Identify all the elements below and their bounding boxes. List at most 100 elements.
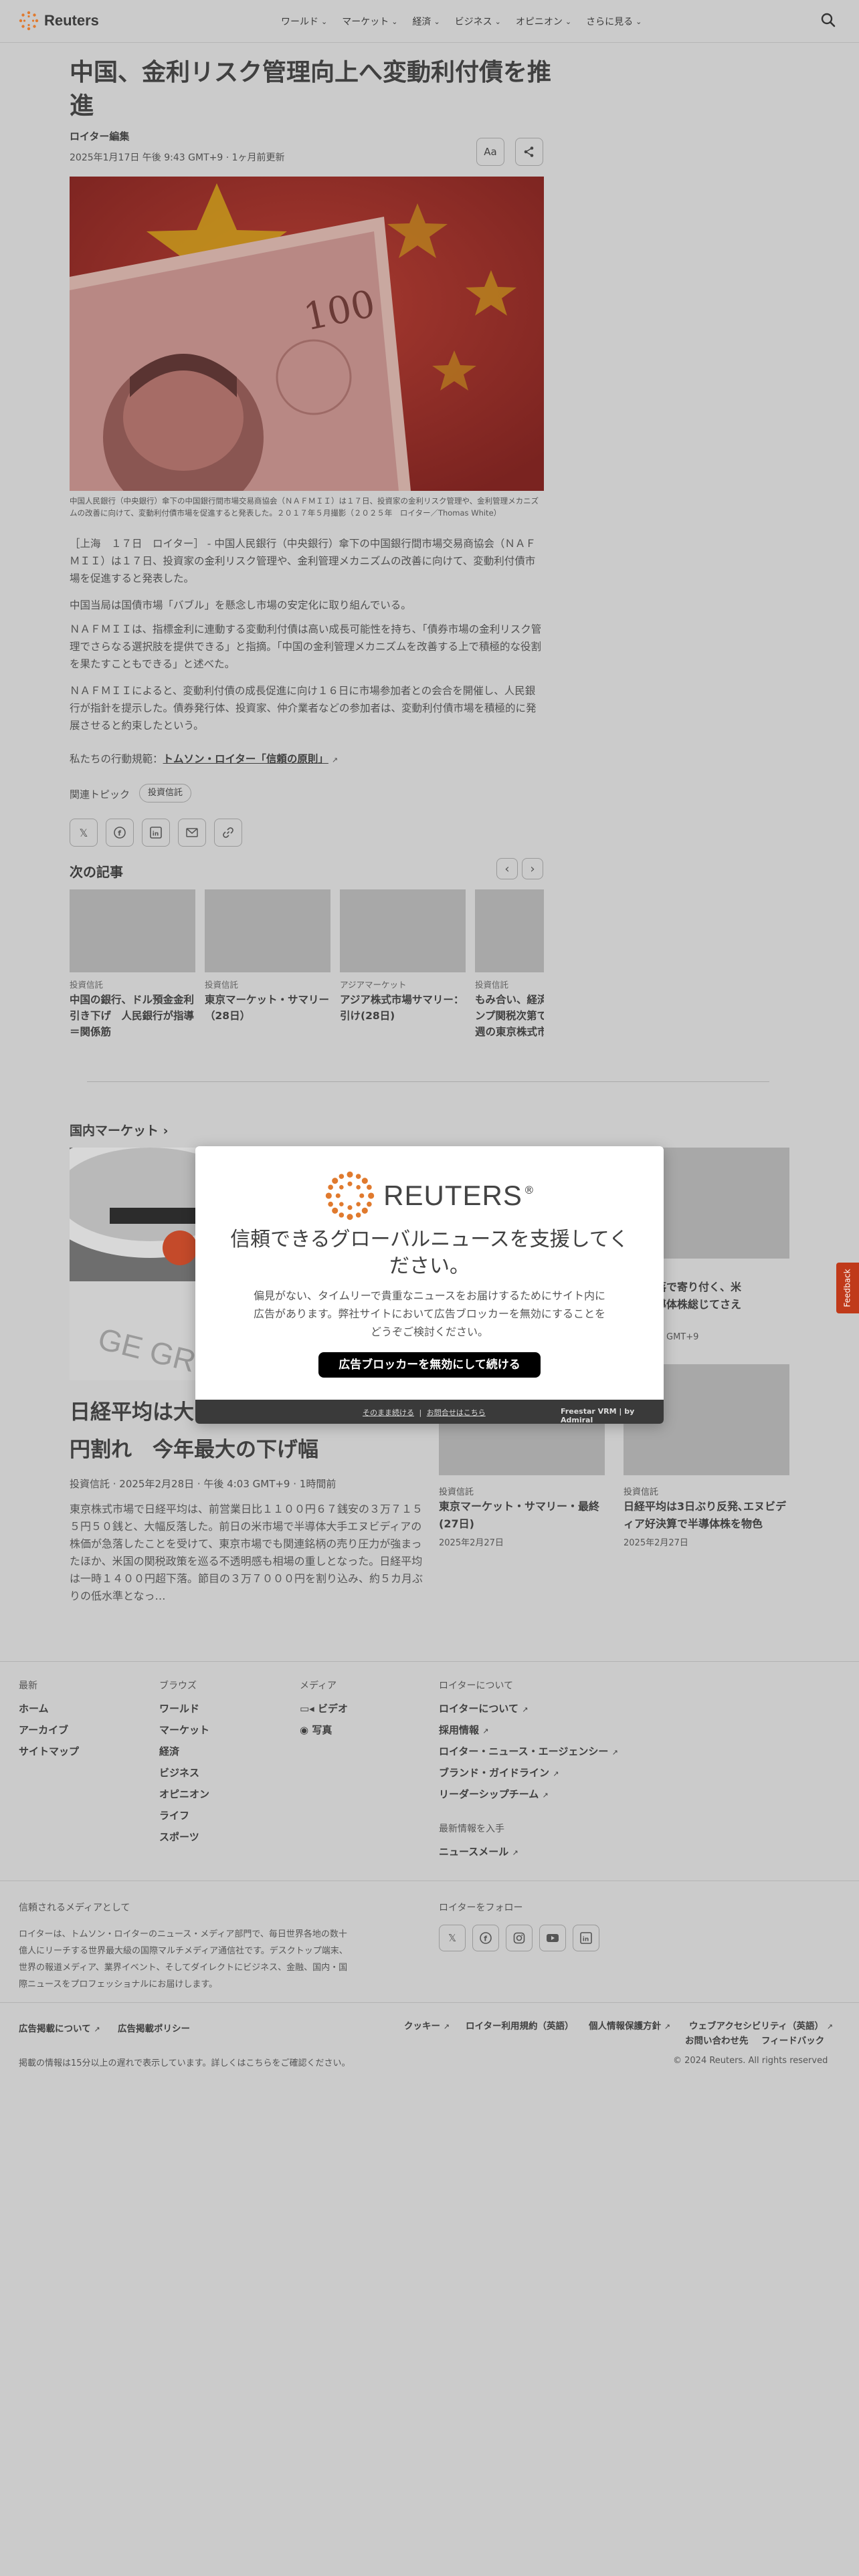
copy-link-button[interactable] xyxy=(214,819,242,847)
market-section-title[interactable]: 国内マーケット › xyxy=(70,1121,168,1139)
font-size-button[interactable]: Aa xyxy=(476,138,504,166)
footer-link[interactable]: 採用情報 ↗ xyxy=(439,1723,488,1737)
reuters-logo[interactable]: Reuters xyxy=(19,11,99,31)
legal-link[interactable]: 個人情報保護方針 ↗ xyxy=(589,2018,670,2032)
legal-link[interactable]: お問い合わせ先 xyxy=(685,2033,749,2046)
search-button[interactable] xyxy=(820,12,836,31)
newsletter-link[interactable]: ニュースメール ↗ xyxy=(439,1844,518,1858)
legal-link[interactable]: 広告掲載ポリシー xyxy=(118,2021,190,2034)
side-article-title[interactable]: 東京マーケット・サマリー・最終(27日) xyxy=(439,1498,605,1533)
principles-link[interactable]: トムソン・ロイター「信頼の原則」 xyxy=(163,753,328,765)
next-article-card[interactable]: 投資信託 もみ合い、経済指標やトランプ関税次第で変動も＝来週の東京株式市場 xyxy=(475,889,544,1040)
video-camera-icon: ▭◂ xyxy=(300,1703,318,1715)
follow-x-button[interactable]: 𝕏 xyxy=(439,1925,466,1951)
copyright: © 2024 Reuters. All rights reserved xyxy=(673,2056,828,2066)
contact-link[interactable]: お問合せはこちら xyxy=(427,1408,486,1417)
footer-link[interactable]: オピニオン xyxy=(159,1787,209,1801)
next-article-card[interactable]: アジアマーケット アジア株式市場サマリー：引け(28日) xyxy=(340,889,466,1024)
chevron-down-icon: ⌄ xyxy=(434,17,440,26)
share-linkedin-button[interactable]: in xyxy=(142,819,170,847)
footer-divider xyxy=(0,1661,859,1662)
footer-link[interactable]: ブランド・ガイドライン ↗ xyxy=(439,1765,559,1780)
share-facebook-button[interactable]: f xyxy=(106,819,134,847)
footer-link[interactable]: サイトマップ xyxy=(19,1744,79,1758)
next-article-card[interactable]: 投資信託 中国の銀行、ドル預金金利引き下げ 人民銀行が指導＝関係筋 xyxy=(70,889,195,1040)
card-category: 投資信託 xyxy=(205,980,239,990)
camera-icon: ◉ xyxy=(300,1724,312,1736)
follow-instagram-button[interactable] xyxy=(506,1925,533,1951)
nav-markets[interactable]: マーケット ⌄ xyxy=(342,15,397,28)
legal-link-label: ロイター利用規約（英語） xyxy=(466,2021,574,2032)
footer-link[interactable]: スポーツ xyxy=(159,1830,199,1844)
instagram-icon xyxy=(513,1932,525,1944)
continue-anyway-link[interactable]: そのまま続ける xyxy=(363,1408,414,1417)
freestar-brand: Freestar VRM | by Admiral xyxy=(561,1407,635,1424)
footer-link[interactable]: リーダーシップチーム ↗ xyxy=(439,1787,549,1801)
legal-link[interactable]: ロイター利用規約（英語） xyxy=(466,2018,573,2032)
footer-link[interactable]: ビジネス xyxy=(159,1765,199,1780)
chevron-left-icon: ‹ xyxy=(504,861,510,876)
reuters-logo-icon xyxy=(325,1171,375,1220)
byline[interactable]: ロイター編集 xyxy=(70,129,129,143)
svg-text:f: f xyxy=(484,1935,487,1943)
section-divider xyxy=(87,1081,769,1082)
footer-link-label: ロイターについて xyxy=(439,1703,518,1715)
carousel-prev-button[interactable]: ‹ xyxy=(496,858,518,879)
card-title: アジア株式市場サマリー：引け(28日) xyxy=(340,994,464,1022)
footer-link-label: 写真 xyxy=(312,1724,332,1736)
facebook-icon: f xyxy=(480,1932,492,1944)
footer-link[interactable]: ロイター・ニュース・エージェンシー ↗ xyxy=(439,1744,618,1758)
share-email-button[interactable] xyxy=(178,819,206,847)
footer-link[interactable]: ライフ xyxy=(159,1808,189,1822)
footer-link[interactable]: アーカイブ xyxy=(19,1723,68,1737)
topic-chip[interactable]: 投資信託 xyxy=(139,784,192,802)
legal-link[interactable]: 広告掲載について ↗ xyxy=(19,2021,100,2034)
principles-line: 私たちの行動規範：トムソン・ロイター「信頼の原則」 ↗ xyxy=(70,750,542,769)
share-x-button[interactable]: 𝕏 xyxy=(70,819,98,847)
footer-link-photos[interactable]: ◉ 写真 xyxy=(300,1723,332,1737)
legal-link-label: お問い合わせ先 xyxy=(685,2036,749,2046)
disable-adblocker-button[interactable]: 広告ブロッカーを無効にして続ける xyxy=(318,1352,541,1378)
footer-link-label: リーダーシップチーム xyxy=(439,1788,539,1800)
follow-linkedin-button[interactable]: in xyxy=(573,1925,599,1951)
share-button[interactable] xyxy=(515,138,543,166)
footer-link-video[interactable]: ▭◂ ビデオ xyxy=(300,1701,348,1715)
legal-link[interactable]: フィードバック xyxy=(761,2033,824,2046)
nav-economy[interactable]: 経済 ⌄ xyxy=(412,15,440,28)
nav-opinion[interactable]: オピニオン ⌄ xyxy=(516,15,571,28)
modal-footer: そのまま続ける | お問合せはこちら Freestar VRM | by Adm… xyxy=(195,1400,664,1424)
follow-facebook-button[interactable]: f xyxy=(472,1925,499,1951)
nav-more[interactable]: さらに見る ⌄ xyxy=(586,15,642,28)
chevron-right-icon: › xyxy=(163,1123,169,1138)
linkedin-icon: in xyxy=(580,1932,592,1944)
card-category: 投資信託 xyxy=(475,980,509,990)
footer-link[interactable]: ホーム xyxy=(19,1701,49,1715)
external-link-icon: ↗ xyxy=(542,1791,549,1800)
nav-business[interactable]: ビジネス ⌄ xyxy=(455,15,501,28)
legal-link[interactable]: ウェブアクセシビリティ（英語） ↗ xyxy=(689,2018,833,2032)
footer-link[interactable]: ワールド xyxy=(159,1701,199,1715)
principles-prefix: 私たちの行動規範： xyxy=(70,753,163,765)
footer-heading: メディア xyxy=(300,1681,337,1691)
modal-title: 信頼できるグローバルニュースを支援してください。 xyxy=(230,1228,629,1278)
next-article-card[interactable]: 投資信託 東京マーケット・サマリー（28日） xyxy=(205,889,330,1024)
feedback-tab[interactable]: Feedback xyxy=(836,1263,859,1313)
follow-youtube-button[interactable] xyxy=(539,1925,566,1951)
article-paragraph: ［上海 １７日 ロイター］ - 中国人民銀行（中央銀行）傘下の中国銀行間市場交易… xyxy=(70,538,536,584)
nav-world[interactable]: ワールド ⌄ xyxy=(281,15,327,28)
footer-link-label: ロイター・ニュース・エージェンシー xyxy=(439,1745,609,1757)
footer-link[interactable]: マーケット xyxy=(159,1723,209,1737)
footer-link-label: ニュースメール xyxy=(439,1846,509,1858)
footer-link[interactable]: 経済 xyxy=(159,1744,179,1758)
card-title: もみ合い、経済指標やトランプ関税次第で変動も＝来週の東京株式市場 xyxy=(475,994,544,1038)
share-icon xyxy=(524,146,534,157)
carousel-next-button[interactable]: › xyxy=(522,858,543,879)
legal-link[interactable]: クッキー ↗ xyxy=(404,2018,450,2032)
footer-link[interactable]: ロイターについて ↗ xyxy=(439,1701,528,1715)
side-article-title[interactable]: 日経平均は3日ぶり反発､エヌビディア好決算で半導体株を物色 xyxy=(624,1498,789,1533)
legal-link-label: クッキー xyxy=(404,2021,440,2032)
brand-name: Reuters xyxy=(44,12,99,29)
yuan-banknote-photo: 100 xyxy=(70,177,544,491)
legal-link-label: 広告掲載ポリシー xyxy=(118,2024,190,2034)
footer-separator: | xyxy=(419,1408,422,1417)
